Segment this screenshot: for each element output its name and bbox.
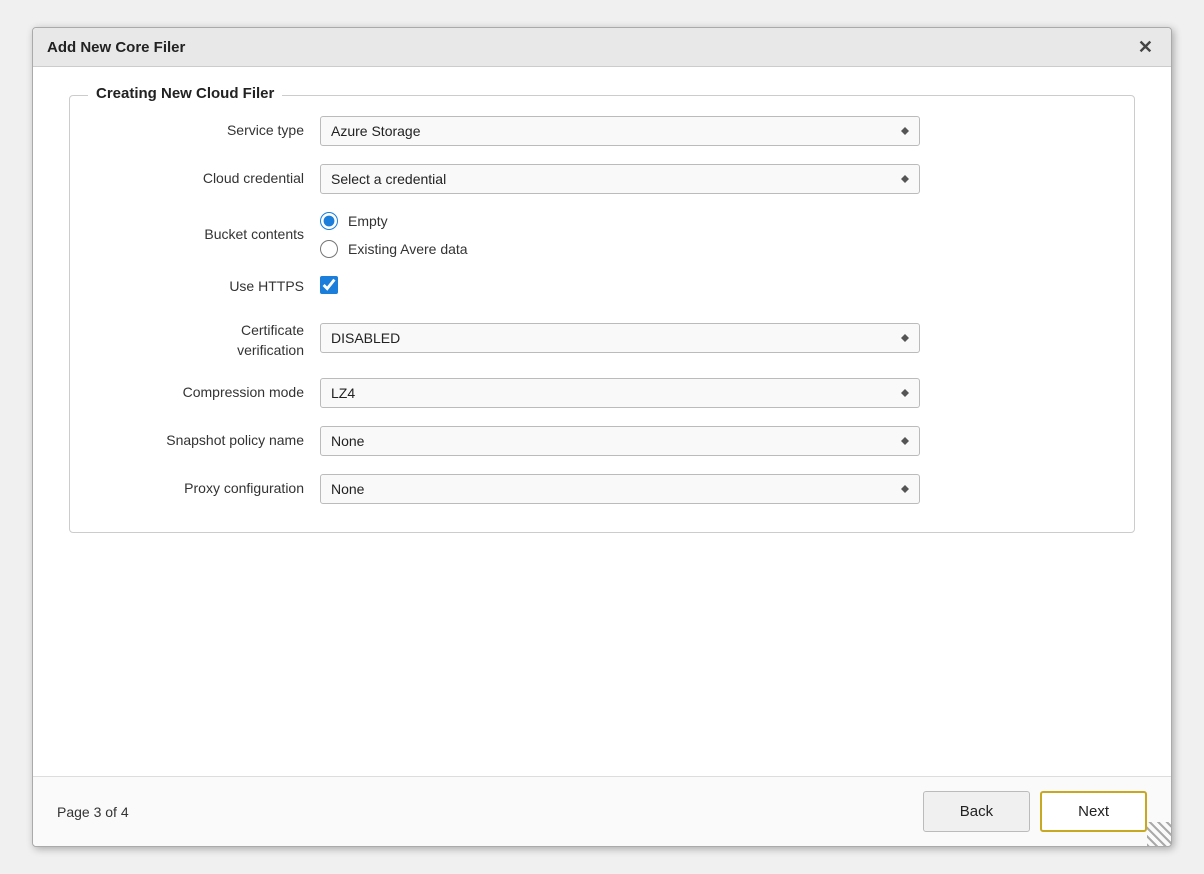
use-https-checkbox[interactable] bbox=[320, 276, 338, 294]
snapshot-policy-row: Snapshot policy name None bbox=[100, 426, 1104, 456]
next-button[interactable]: Next bbox=[1040, 791, 1147, 832]
service-type-select[interactable]: Azure Storage Amazon S3 Google Cloud Sto… bbox=[320, 116, 920, 146]
bucket-existing-item: Existing Avere data bbox=[320, 240, 920, 258]
section-box: Creating New Cloud Filer Service type Az… bbox=[69, 95, 1135, 533]
add-core-filer-dialog: Add New Core Filer ✕ Creating New Cloud … bbox=[32, 27, 1172, 847]
snapshot-policy-select[interactable]: None bbox=[320, 426, 920, 456]
cert-verification-select[interactable]: DISABLED ENABLED bbox=[320, 323, 920, 353]
snapshot-policy-control: None bbox=[320, 426, 920, 456]
bucket-contents-label: Bucket contents bbox=[100, 225, 320, 245]
proxy-config-select[interactable]: None bbox=[320, 474, 920, 504]
dialog-titlebar: Add New Core Filer ✕ bbox=[33, 28, 1171, 67]
service-type-row: Service type Azure Storage Amazon S3 Goo… bbox=[100, 116, 1104, 146]
page-indicator: Page 3 of 4 bbox=[57, 804, 129, 820]
compression-mode-row: Compression mode LZ4 None LZ4HC bbox=[100, 378, 1104, 408]
cert-verification-label: Certificateverification bbox=[100, 315, 320, 360]
service-type-control: Azure Storage Amazon S3 Google Cloud Sto… bbox=[320, 116, 920, 146]
cert-verification-control: DISABLED ENABLED bbox=[320, 323, 920, 353]
bucket-empty-label: Empty bbox=[348, 213, 388, 229]
proxy-config-control: None bbox=[320, 474, 920, 504]
use-https-control bbox=[320, 276, 920, 297]
back-button[interactable]: Back bbox=[923, 791, 1030, 832]
service-type-label: Service type bbox=[100, 121, 320, 141]
use-https-row: Use HTTPS bbox=[100, 276, 1104, 297]
dialog-footer: Page 3 of 4 Back Next bbox=[33, 776, 1171, 846]
bucket-contents-control: Empty Existing Avere data bbox=[320, 212, 920, 258]
cloud-credential-row: Cloud credential Select a credential bbox=[100, 164, 1104, 194]
bucket-existing-radio[interactable] bbox=[320, 240, 338, 258]
bucket-existing-label: Existing Avere data bbox=[348, 241, 468, 257]
snapshot-policy-label: Snapshot policy name bbox=[100, 431, 320, 451]
dialog-body: Creating New Cloud Filer Service type Az… bbox=[33, 67, 1171, 776]
compression-mode-control: LZ4 None LZ4HC bbox=[320, 378, 920, 408]
compression-mode-select[interactable]: LZ4 None LZ4HC bbox=[320, 378, 920, 408]
proxy-config-row: Proxy configuration None bbox=[100, 474, 1104, 504]
compression-mode-label: Compression mode bbox=[100, 383, 320, 403]
close-button[interactable]: ✕ bbox=[1134, 38, 1157, 56]
cert-verification-row: Certificateverification DISABLED ENABLED bbox=[100, 315, 1104, 360]
use-https-label: Use HTTPS bbox=[100, 277, 320, 297]
dialog-title: Add New Core Filer bbox=[47, 39, 185, 56]
cloud-credential-select[interactable]: Select a credential bbox=[320, 164, 920, 194]
bucket-empty-item: Empty bbox=[320, 212, 920, 230]
bucket-contents-row: Bucket contents Empty Existing Avere dat… bbox=[100, 212, 1104, 258]
footer-buttons: Back Next bbox=[923, 791, 1147, 832]
cloud-credential-control: Select a credential bbox=[320, 164, 920, 194]
bucket-contents-radiogroup: Empty Existing Avere data bbox=[320, 212, 920, 258]
section-legend: Creating New Cloud Filer bbox=[88, 85, 282, 102]
bucket-empty-radio[interactable] bbox=[320, 212, 338, 230]
cloud-credential-label: Cloud credential bbox=[100, 169, 320, 189]
proxy-config-label: Proxy configuration bbox=[100, 479, 320, 499]
